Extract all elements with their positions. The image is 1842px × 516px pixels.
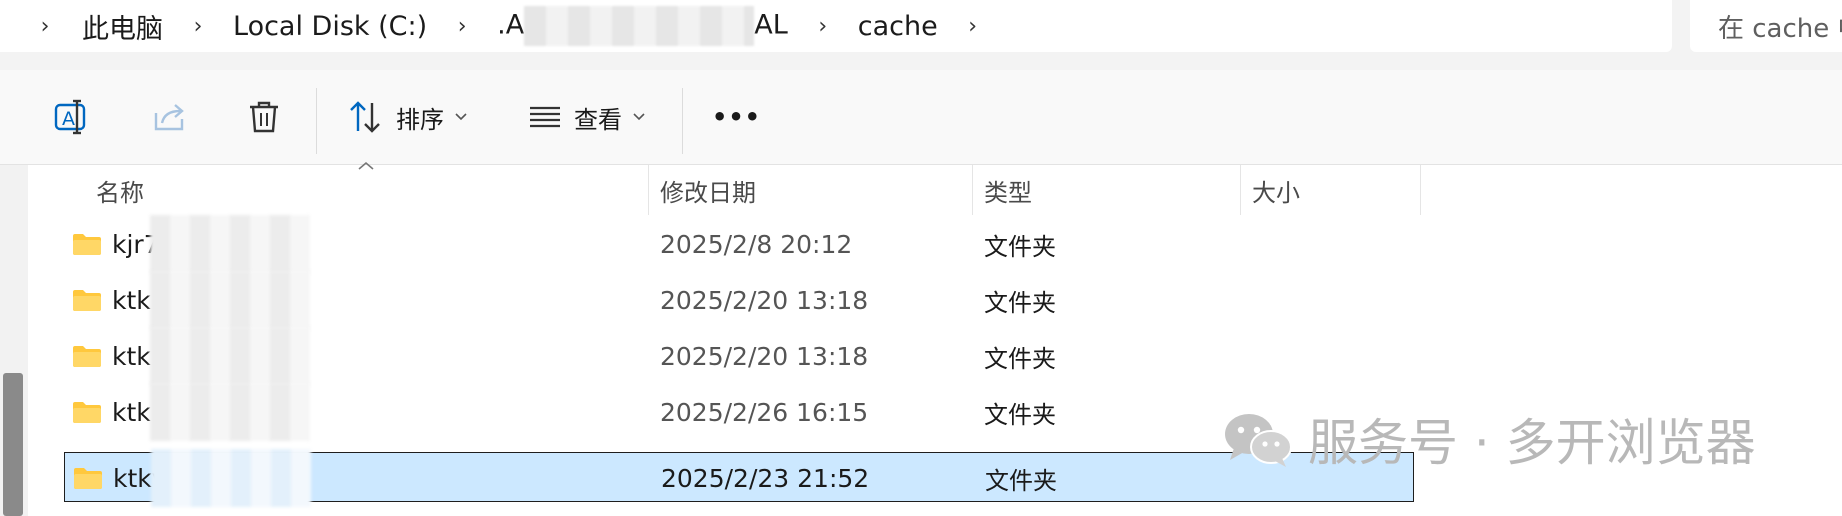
file-modified: 2025/2/23 21:52 <box>661 463 870 493</box>
share-icon <box>154 104 184 131</box>
folder-icon <box>73 234 101 255</box>
file-modified: 2025/2/26 16:15 <box>660 397 869 427</box>
column-divider[interactable] <box>972 165 973 215</box>
file-modified: 2025/2/20 13:18 <box>660 341 869 371</box>
file-modified: 2025/2/8 20:12 <box>660 229 853 259</box>
sort-button[interactable]: 排序 <box>348 92 468 142</box>
view-label: 查看 <box>574 105 622 134</box>
file-row-selected[interactable]: ktkv 2025/2/23 21:52 文件夹 <box>64 449 1414 507</box>
more-icon: ••• <box>712 103 762 131</box>
chevron-down-icon <box>633 113 645 121</box>
column-divider[interactable] <box>648 165 649 215</box>
crumb-appdata-start: .A <box>497 9 525 41</box>
address-bar-region: › 此电脑 › Local Disk (C:) › .A AL › cache ›… <box>0 0 1842 70</box>
file-type: 文件夹 <box>984 400 1056 429</box>
vertical-scrollbar[interactable] <box>0 165 28 516</box>
redaction-blur <box>524 6 755 46</box>
crumb-appdata-blurred[interactable]: .A AL <box>497 6 788 46</box>
folder-icon <box>74 468 102 489</box>
watermark-text: 服务号 · 多开浏览器 <box>1308 414 1756 472</box>
file-row[interactable]: ktk 2025/2/20 13:18 文件夹 <box>64 271 1414 329</box>
column-header-name[interactable]: 名称 <box>96 165 144 215</box>
column-divider[interactable] <box>1420 165 1421 215</box>
file-type: 文件夹 <box>984 288 1056 317</box>
chevron-right-icon[interactable]: › <box>30 14 60 39</box>
toolbar-divider <box>316 88 317 154</box>
toolbar-divider <box>682 88 683 154</box>
chevron-right-icon[interactable]: › <box>447 14 477 39</box>
chevron-right-icon[interactable]: › <box>958 14 988 39</box>
redaction-blur <box>150 327 310 385</box>
file-row[interactable]: ktk 2025/2/26 16:15 文件夹 <box>64 383 1414 441</box>
chevron-right-icon[interactable]: › <box>808 14 838 39</box>
crumb-this-pc[interactable]: 此电脑 <box>82 7 163 46</box>
redaction-blur <box>150 383 310 441</box>
command-bar: A 排序 查看 ••• <box>0 70 1842 165</box>
file-list-pane: 名称 修改日期 类型 大小 kjr7 2025/2/8 20:12 文件夹 kt… <box>0 161 1842 516</box>
scrollbar-thumb[interactable] <box>3 373 23 516</box>
folder-icon <box>73 346 101 367</box>
file-name[interactable]: ktk <box>112 331 151 381</box>
file-type: 文件夹 <box>984 344 1056 373</box>
crumb-local-end: AL <box>754 9 788 41</box>
column-header-type[interactable]: 类型 <box>984 165 1032 215</box>
redaction-blur <box>151 449 311 507</box>
file-row[interactable]: ktk 2025/2/20 13:18 文件夹 <box>64 327 1414 385</box>
breadcrumb[interactable]: › 此电脑 › Local Disk (C:) › .A AL › cache › <box>0 0 1672 52</box>
column-divider[interactable] <box>1240 165 1241 215</box>
crumb-cache[interactable]: cache <box>858 11 938 42</box>
redaction-blur <box>150 215 310 273</box>
rename-icon: A <box>54 99 86 135</box>
svg-text:A: A <box>62 108 75 130</box>
redaction-blur <box>150 271 310 329</box>
file-row[interactable]: kjr7 2025/2/8 20:12 文件夹 <box>64 215 1414 273</box>
sort-label: 排序 <box>396 105 444 134</box>
wechat-logo-icon <box>1225 414 1292 467</box>
crumb-local-disk[interactable]: Local Disk (C:) <box>233 11 427 42</box>
sort-icon <box>350 101 380 133</box>
column-header-modified[interactable]: 修改日期 <box>660 165 756 215</box>
rename-button[interactable]: A <box>52 92 92 142</box>
file-name[interactable]: ktk <box>112 387 151 437</box>
more-options-button[interactable]: ••• <box>712 92 761 142</box>
chevron-down-icon <box>455 113 467 121</box>
view-button[interactable]: 查看 <box>528 92 646 142</box>
column-header-size[interactable]: 大小 <box>1252 165 1300 215</box>
column-header-row: 名称 修改日期 类型 大小 <box>28 165 1842 215</box>
view-list-icon <box>530 106 560 128</box>
delete-button[interactable] <box>244 92 284 142</box>
watermark: 服务号 · 多开浏览器 <box>1222 403 1756 475</box>
search-input[interactable]: 在 cache 中搜索 <box>1690 0 1842 52</box>
file-name[interactable]: ktk <box>112 275 151 325</box>
trash-icon <box>250 101 278 133</box>
file-type: 文件夹 <box>985 466 1057 495</box>
chevron-right-icon[interactable]: › <box>183 14 213 39</box>
share-button[interactable] <box>150 92 190 142</box>
file-type: 文件夹 <box>984 232 1056 261</box>
folder-icon <box>73 402 101 423</box>
file-modified: 2025/2/20 13:18 <box>660 285 869 315</box>
folder-icon <box>73 290 101 311</box>
